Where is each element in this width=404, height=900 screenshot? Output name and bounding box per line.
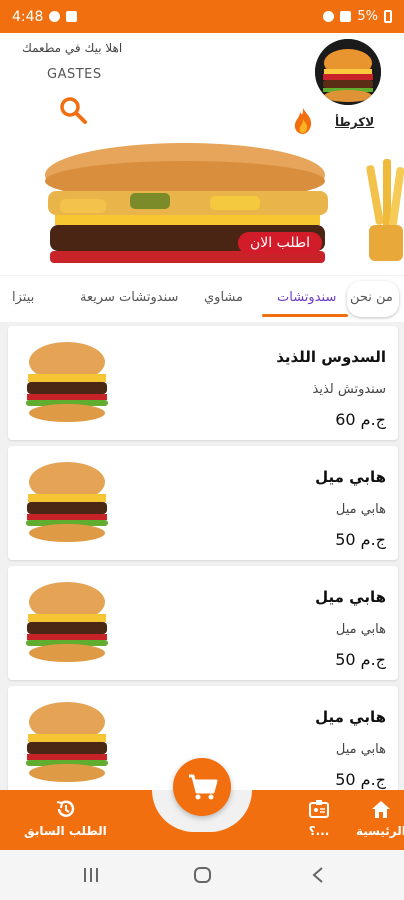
product-price: 50 ج.م: [335, 650, 386, 669]
next-banner-preview[interactable]: [365, 155, 404, 265]
welcome-text: اهلا بيك في مطعمك: [22, 41, 123, 55]
nav-home-label: الرئيسية: [356, 824, 404, 838]
product-title: السدوس اللذيذ: [276, 348, 386, 366]
promo-banner[interactable]: اطلب الان: [0, 135, 404, 275]
product-title: هابي ميل: [315, 468, 386, 486]
nav-previous-order-label: الطلب السابق: [24, 824, 107, 838]
tab-grills[interactable]: مشاوي: [204, 290, 243, 305]
product-price: 60 ج.م: [335, 410, 386, 429]
status-time: 4:48: [12, 8, 44, 25]
nav-previous-order[interactable]: الطلب السابق: [24, 798, 107, 838]
nav-home[interactable]: الرئيسية: [356, 798, 404, 838]
tab-sandwiches[interactable]: سندوتشات: [277, 290, 336, 305]
product-price: 50 ج.م: [335, 530, 386, 549]
product-description: هابي ميل: [335, 622, 386, 637]
nav-middle[interactable]: ؟...: [308, 798, 330, 838]
tab-fast-sandwiches[interactable]: سندوتشات سريعة: [80, 290, 178, 305]
product-card[interactable]: هابي ميل هابي ميل 50 ج.م: [8, 446, 398, 560]
home-icon: [371, 801, 390, 818]
sim-icon: [66, 11, 78, 22]
product-card[interactable]: السدوس اللذيذ سندوتش لذيذ 60 ج.م: [8, 326, 398, 440]
history-icon: [57, 800, 75, 817]
avatar[interactable]: [315, 39, 381, 105]
tab-about-us[interactable]: من نحن: [350, 290, 393, 305]
app-screen: 4:48 5% اهلا بيك في مطعمك GASTES لاكرطأ: [0, 0, 404, 900]
order-now-button[interactable]: اطلب الان: [238, 232, 323, 254]
product-description: هابي ميل: [335, 742, 386, 757]
product-description: سندوتش لذيذ: [312, 382, 386, 397]
search-icon[interactable]: [58, 95, 88, 125]
product-image: [26, 462, 108, 542]
product-title: هابي ميل: [315, 708, 386, 726]
id-card-icon: [309, 800, 329, 818]
product-price: 50 ج.م: [335, 770, 386, 789]
back-icon[interactable]: [312, 867, 323, 883]
product-image: [26, 582, 108, 662]
app-header: اهلا بيك في مطعمك GASTES لاكرطأ: [0, 33, 404, 135]
battery-percent: 5%: [357, 9, 378, 24]
fire-icon[interactable]: [291, 107, 315, 135]
battery-icon: [384, 10, 392, 23]
product-list: السدوس اللذيذ سندوتش لذيذ 60 ج.م هابي مي…: [0, 322, 404, 792]
product-description: هابي ميل: [335, 502, 386, 517]
user-name: GASTES: [47, 67, 102, 82]
status-bar: 4:48 5%: [0, 0, 404, 33]
burger-avatar-image: [315, 39, 381, 105]
chat-icon: [49, 11, 61, 22]
wifi-icon: [323, 11, 335, 22]
product-title: هابي ميل: [315, 588, 386, 606]
fries-image: [365, 155, 404, 265]
home-system-icon[interactable]: [194, 867, 211, 883]
cart-icon: [189, 774, 218, 800]
cart-button[interactable]: [173, 758, 231, 816]
tab-pizza[interactable]: بيتزا: [12, 290, 34, 305]
product-card[interactable]: هابي ميل هابي ميل 50 ج.م: [8, 566, 398, 680]
status-right: 5%: [323, 9, 392, 24]
signal-icon: [340, 11, 352, 22]
system-nav-buttons: [84, 867, 323, 883]
product-image: [26, 702, 108, 782]
android-nav-bar: [0, 850, 404, 900]
status-left: 4:48: [12, 8, 78, 25]
product-image: [26, 342, 108, 422]
category-tabs: من نحن سندوتشات مشاوي سندوتشات سريعة بيت…: [0, 276, 404, 322]
active-tab-indicator: [262, 314, 348, 317]
offers-link[interactable]: لاكرطأ: [335, 115, 374, 129]
recent-apps-icon[interactable]: [84, 868, 98, 882]
nav-middle-label: ؟...: [308, 824, 330, 838]
